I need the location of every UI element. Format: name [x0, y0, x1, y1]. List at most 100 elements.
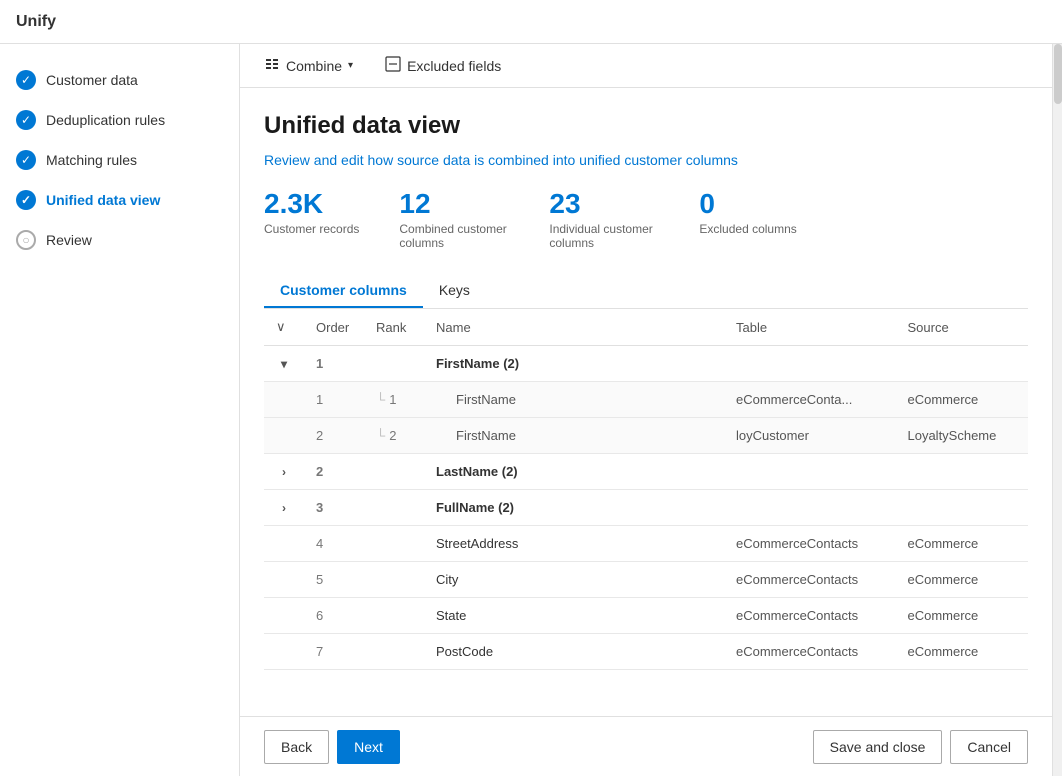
- table-row: ▾1FirstName (2): [264, 346, 1028, 382]
- name-cell-6: City: [424, 562, 724, 598]
- next-button[interactable]: Next: [337, 730, 400, 764]
- rank-cell-2: └2: [364, 418, 424, 454]
- name-cell-2: FirstName: [424, 418, 724, 454]
- table-cell-4: [724, 490, 895, 526]
- name-cell-5: StreetAddress: [424, 526, 724, 562]
- table-row: › 3 FullName (2): [264, 490, 1028, 526]
- rank-cell-5: [364, 526, 424, 562]
- scrollbar-thumb[interactable]: [1054, 44, 1062, 104]
- sidebar-status-icon-matching-rules: ✓: [16, 150, 36, 170]
- order-cell-4: 3: [304, 490, 364, 526]
- source-cell-6: eCommerce: [895, 562, 1028, 598]
- tabs: Customer columnsKeys: [264, 274, 1028, 309]
- cancel-button[interactable]: Cancel: [950, 730, 1028, 764]
- stat-customer-records: 2.3KCustomer records: [264, 188, 359, 250]
- page-title: Unified data view: [264, 112, 1028, 140]
- table-cell-6: eCommerceContacts: [724, 562, 895, 598]
- stat-excluded-columns: 0 Excluded columns: [699, 188, 796, 250]
- combine-label: Combine: [286, 58, 342, 74]
- expand-cell-6: [264, 562, 304, 598]
- sidebar-item-deduplication-rules[interactable]: ✓Deduplication rules: [0, 100, 239, 140]
- table-cell-7: eCommerceContacts: [724, 598, 895, 634]
- stat-number-excluded-columns: 0: [699, 188, 715, 220]
- save-close-button[interactable]: Save and close: [813, 730, 943, 764]
- page-content: Unified data view Review and edit how so…: [240, 88, 1052, 716]
- app-title: Unify: [16, 13, 56, 31]
- combine-button[interactable]: Combine ▾: [256, 52, 361, 79]
- name-cell-8: PostCode: [424, 634, 724, 670]
- sidebar-item-customer-data[interactable]: ✓Customer data: [0, 60, 239, 100]
- sidebar-item-label-customer-data: Customer data: [46, 72, 138, 88]
- name-cell-4: FullName (2): [424, 490, 724, 526]
- stat-individual-customer-columns: 23Individual customer columns: [549, 188, 659, 250]
- order-cell-2: 2: [304, 418, 364, 454]
- back-button[interactable]: Back: [264, 730, 329, 764]
- col-header-3: Name: [424, 309, 724, 346]
- rank-cell-6: [364, 562, 424, 598]
- table-cell-1: eCommerceContа...: [724, 382, 895, 418]
- combine-chevron-icon: ▾: [348, 60, 353, 71]
- sidebar-item-label-deduplication-rules: Deduplication rules: [46, 112, 165, 128]
- expand-icon-0[interactable]: ▾: [281, 357, 287, 371]
- source-cell-7: eCommerce: [895, 598, 1028, 634]
- order-cell-1: 1: [304, 382, 364, 418]
- sort-icon[interactable]: ∨: [276, 319, 286, 334]
- expand-cell-5: [264, 526, 304, 562]
- expand-cell-3[interactable]: ›: [264, 454, 304, 490]
- order-cell-7: 6: [304, 598, 364, 634]
- col-header-0: ∨: [264, 309, 304, 346]
- sidebar-item-unified-data-view[interactable]: ✓Unified data view: [0, 180, 239, 220]
- excluded-fields-button[interactable]: Excluded fields: [377, 52, 509, 79]
- footer-right: Save and close Cancel: [813, 730, 1028, 764]
- scrollbar[interactable]: [1052, 44, 1062, 776]
- table-body: ▾1FirstName (2)1└1FirstNameeCommerceCont…: [264, 346, 1028, 670]
- rank-cell-7: [364, 598, 424, 634]
- order-cell-0: 1: [304, 346, 364, 382]
- stat-number-individual-customer-columns: 23: [549, 188, 580, 220]
- table-row: 2└2FirstNameloyCustomerLoyaltyScheme: [264, 418, 1028, 454]
- stat-label-excluded-columns: Excluded columns: [699, 222, 796, 236]
- customer-columns-table: ∨OrderRankNameTableSource ▾1FirstName (2…: [264, 309, 1028, 670]
- tab-customer-columns[interactable]: Customer columns: [264, 274, 423, 308]
- table-cell-8: eCommerceContacts: [724, 634, 895, 670]
- col-header-2: Rank: [364, 309, 424, 346]
- table-container[interactable]: ∨OrderRankNameTableSource ▾1FirstName (2…: [264, 309, 1028, 670]
- order-cell-6: 5: [304, 562, 364, 598]
- stat-label-individual-customer-columns: Individual customer columns: [549, 222, 659, 250]
- tab-keys[interactable]: Keys: [423, 274, 486, 308]
- source-cell-0: [895, 346, 1028, 382]
- rank-cell-8: [364, 634, 424, 670]
- order-cell-3: 2: [304, 454, 364, 490]
- table-row: 6StateeCommerceContactseCommerce: [264, 598, 1028, 634]
- source-cell-2: LoyaltyScheme: [895, 418, 1028, 454]
- expand-icon-3[interactable]: ›: [282, 465, 286, 479]
- excluded-fields-icon: [385, 56, 401, 75]
- expand-cell-4[interactable]: ›: [264, 490, 304, 526]
- expand-cell-0[interactable]: ▾: [264, 346, 304, 382]
- footer-left: Back Next: [264, 730, 400, 764]
- expand-cell-1: [264, 382, 304, 418]
- source-cell-5: eCommerce: [895, 526, 1028, 562]
- stat-number-customer-records: 2.3K: [264, 188, 323, 220]
- main-layout: ✓Customer data✓Deduplication rules✓Match…: [0, 44, 1062, 776]
- footer: Back Next Save and close Cancel: [240, 716, 1052, 776]
- col-header-1: Order: [304, 309, 364, 346]
- sidebar-status-icon-unified-data-view: ✓: [16, 190, 36, 210]
- table-cell-3: [724, 454, 895, 490]
- source-cell-4: [895, 490, 1028, 526]
- stat-number-combined-customer-columns: 12: [399, 188, 430, 220]
- sidebar-item-review[interactable]: ○Review: [0, 220, 239, 260]
- expand-cell-8: [264, 634, 304, 670]
- name-cell-3: LastName (2): [424, 454, 724, 490]
- table-cell-2: loyCustomer: [724, 418, 895, 454]
- table-cell-0: [724, 346, 895, 382]
- rank-cell-0: [364, 346, 424, 382]
- rank-cell-3: [364, 454, 424, 490]
- combine-icon: [264, 56, 280, 75]
- table-cell-5: eCommerceContacts: [724, 526, 895, 562]
- order-cell-8: 7: [304, 634, 364, 670]
- table-row: 4StreetAddresseCommerceContactseCommerce: [264, 526, 1028, 562]
- sidebar-item-matching-rules[interactable]: ✓Matching rules: [0, 140, 239, 180]
- expand-icon-4[interactable]: ›: [282, 501, 286, 515]
- rank-cell-4: [364, 490, 424, 526]
